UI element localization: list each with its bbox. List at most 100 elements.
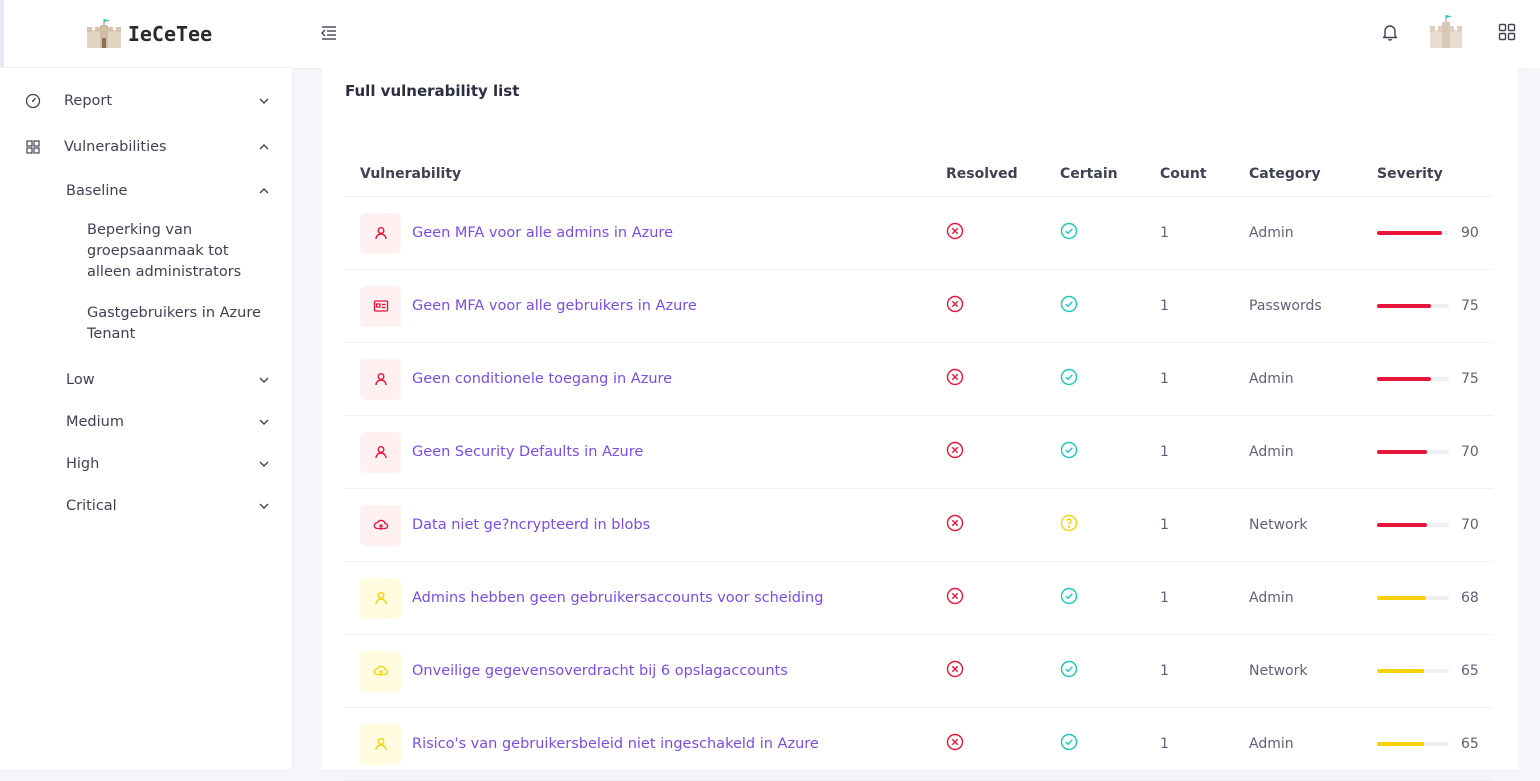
vulnerability-card: Full vulnerability list Vulnerability Re… [322,68,1518,781]
certain-check-icon [1060,441,1078,459]
sidebar-nav: Report Vulnerabilities Baseline Beperkin… [0,68,292,527]
resolved-cell [946,561,1060,635]
vulnerability-link[interactable]: Admins hebben geen gebruikersaccounts vo… [412,590,823,606]
chevron-up-icon [258,141,270,153]
unresolved-x-icon [946,222,964,240]
table-row[interactable]: Geen MFA voor alle admins in Azure 1 Adm… [344,196,1493,270]
apps-grid-icon[interactable] [1498,23,1516,41]
sidebar-subitem-baseline[interactable]: Baseline [0,170,292,212]
severity-cell: 90 [1377,196,1493,270]
severity-bar [1377,450,1449,454]
chevron-down-icon [258,95,270,107]
severity-cell: 75 [1377,269,1493,343]
menu-collapse-icon[interactable] [319,23,339,43]
column-header-vulnerability[interactable]: Vulnerability [344,152,946,197]
severity-value: 70 [1461,444,1479,460]
certain-check-icon [1060,295,1078,313]
severity-bar-fill [1377,304,1431,308]
vulnerability-link[interactable]: Geen conditionele toegang in Azure [412,371,672,387]
avatar[interactable] [1426,12,1466,52]
sidebar-subitem-critical[interactable]: Critical [0,485,292,527]
user-icon [374,446,387,459]
severity-bar [1377,377,1449,381]
severity-cell: 75 [1377,342,1493,416]
resolved-cell [946,415,1060,489]
leaf-line: Tenant [87,326,136,342]
severity-bar-fill [1377,669,1424,673]
certain-check-icon [1060,660,1078,678]
table-row[interactable]: Admins hebben geen gebruikersaccounts vo… [344,561,1493,635]
column-header-severity[interactable]: Severity [1377,152,1493,197]
sidebar-leaf-group-creation[interactable]: Beperking van groepsaanmaak tot alleen a… [0,212,292,291]
leaf-line: alleen administrators [87,264,242,280]
certain-cell [1060,342,1160,416]
category-cell: Admin [1249,561,1377,635]
severity-value: 90 [1461,225,1479,241]
top-header [292,0,1540,69]
vulnerability-cell: Admins hebben geen gebruikersaccounts vo… [344,561,946,635]
severity-bar-fill [1377,523,1428,527]
count-cell: 1 [1160,488,1249,562]
certain-cell [1060,415,1160,489]
brand-logo[interactable]: IeCeTee [0,0,292,68]
severity-bar-fill [1377,377,1431,381]
resolved-cell [946,196,1060,270]
sidebar-subitem-high[interactable]: High [0,443,292,485]
user-icon [374,227,387,240]
vulnerability-type-badge [360,431,401,473]
scrollbar-track[interactable] [1526,68,1540,769]
severity-value: 75 [1461,371,1479,387]
table-row[interactable]: Geen conditionele toegang in Azure 1 Adm… [344,342,1493,416]
vulnerability-cell: Onveilige gegevensoverdracht bij 6 opsla… [344,634,946,708]
page-title: Full vulnerability list [345,82,520,100]
vulnerability-link[interactable]: Geen Security Defaults in Azure [412,444,643,460]
severity-value: 70 [1461,517,1479,533]
table-row[interactable]: Onveilige gegevensoverdracht bij 6 opsla… [344,634,1493,708]
severity-bar-fill [1377,596,1426,600]
cloud-icon [373,665,388,676]
cloud-icon [373,519,388,530]
sidebar-item-report[interactable]: Report [0,78,292,124]
sidebar-item-vulnerabilities[interactable]: Vulnerabilities [0,124,292,170]
user-icon [374,373,387,386]
certain-cell [1060,488,1160,562]
column-header-category[interactable]: Category [1249,152,1377,197]
certain-check-icon [1060,587,1078,605]
column-header-resolved[interactable]: Resolved [946,152,1060,197]
vulnerability-link[interactable]: Geen MFA voor alle admins in Azure [412,225,673,241]
sidebar-subitem-label: High [66,456,100,472]
table-row[interactable]: Data niet ge?ncrypteerd in blobs 1 Netwo… [344,488,1493,562]
resolved-cell [946,707,1060,781]
sidebar-subitem-low[interactable]: Low [0,359,292,401]
vulnerability-link[interactable]: Risico's van gebruikersbeleid niet inges… [412,736,819,752]
sidebar-leaf-guest-users[interactable]: Gastgebruikers in Azure Tenant [0,295,292,353]
sidebar-subitem-medium[interactable]: Medium [0,401,292,443]
count-cell: 1 [1160,634,1249,708]
column-header-certain[interactable]: Certain [1060,152,1160,197]
table-row[interactable]: Geen MFA voor alle gebruikers in Azure 1… [344,269,1493,343]
table-row[interactable]: Risico's van gebruikersbeleid niet inges… [344,707,1493,781]
leaf-line: groepsaanmaak tot [87,243,229,259]
vulnerability-cell: Data niet ge?ncrypteerd in blobs [344,488,946,562]
table-row[interactable]: Geen Security Defaults in Azure 1 Admin … [344,415,1493,489]
vulnerability-type-badge [360,577,401,619]
column-header-count[interactable]: Count [1160,152,1249,197]
vulnerability-link[interactable]: Onveilige gegevensoverdracht bij 6 opsla… [412,663,788,679]
certain-cell [1060,634,1160,708]
category-cell: Admin [1249,415,1377,489]
chevron-down-icon [258,458,270,470]
severity-value: 65 [1461,663,1479,679]
bell-icon[interactable] [1380,22,1400,42]
vulnerability-link[interactable]: Geen MFA voor alle gebruikers in Azure [412,298,697,314]
severity-bar-fill [1377,450,1428,454]
grid-icon [24,138,42,156]
category-cell: Admin [1249,196,1377,270]
sidebar-subitem-label: Medium [66,414,124,430]
vulnerability-link[interactable]: Data niet ge?ncrypteerd in blobs [412,517,650,533]
count-cell: 1 [1160,561,1249,635]
certain-cell [1060,561,1160,635]
vulnerability-cell: Geen MFA voor alle gebruikers in Azure [344,269,946,343]
severity-cell: 65 [1377,634,1493,708]
certain-cell [1060,196,1160,270]
vulnerability-type-badge [360,650,401,692]
